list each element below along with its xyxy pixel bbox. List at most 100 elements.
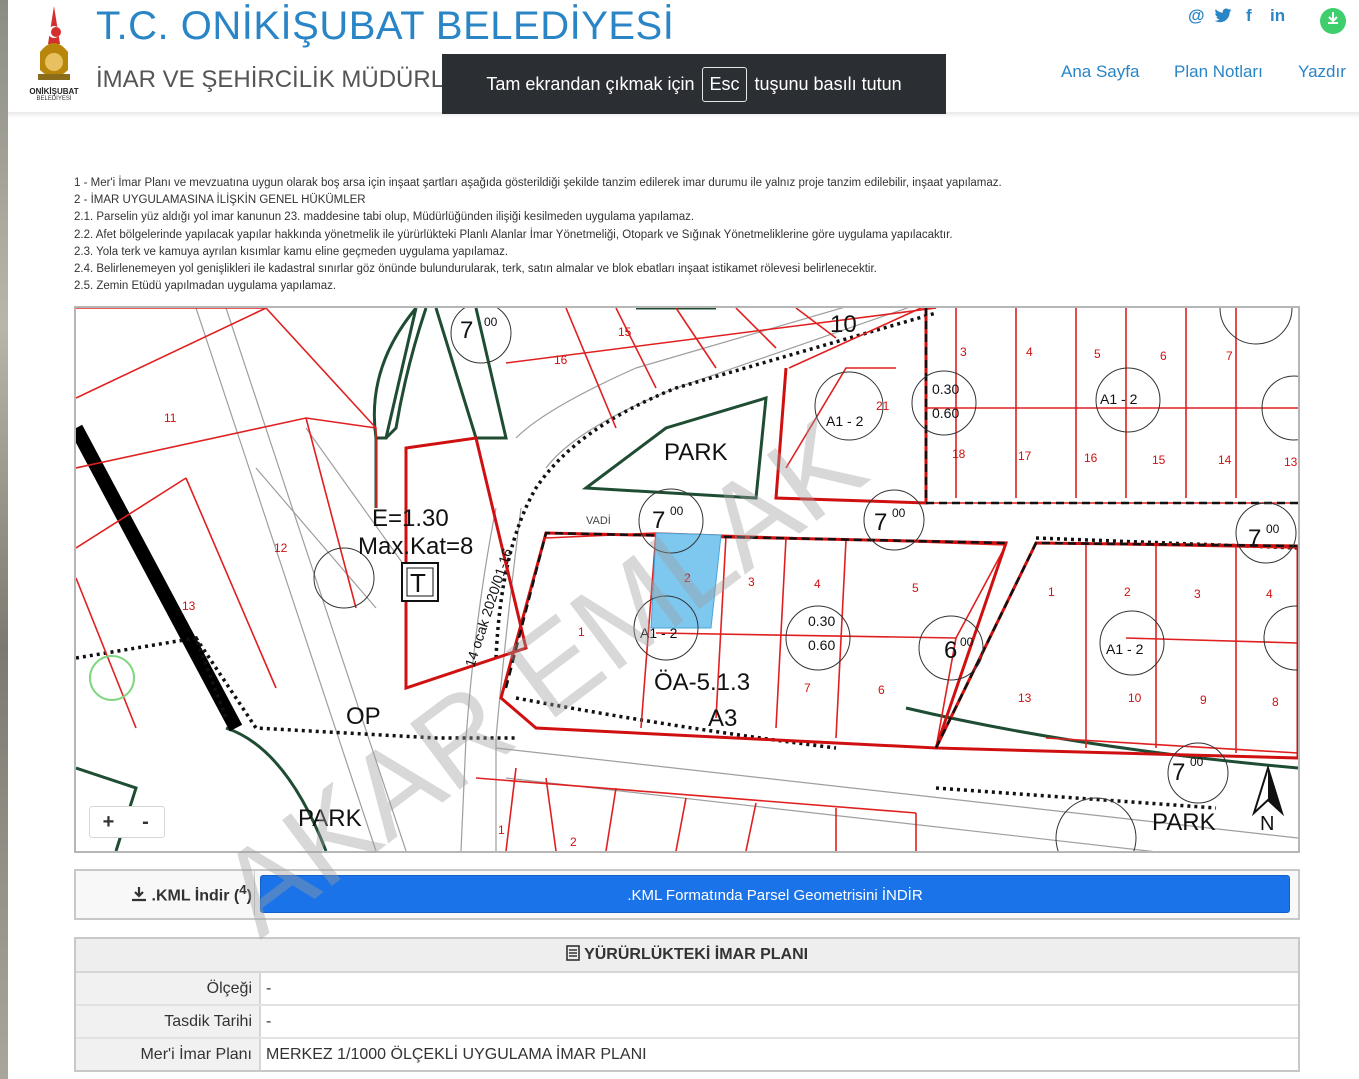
parcel-number: 17 [1018,449,1032,463]
note-item: 2.2. Afet bölgelerinde yapılacak yapılar… [74,228,953,241]
road-width-sup: 00 [892,506,906,520]
zoom-out-button[interactable]: - [127,807,164,837]
kml-download-button[interactable]: .KML Formatında Parsel Geometrisini İNDİ… [260,875,1290,913]
green-circle [89,655,135,701]
parcel-number: 21 [876,399,890,413]
park-label: PARK [664,439,728,466]
coverage-ratio-label: 0.30 [808,613,835,629]
parcel-number: 14 [1218,453,1232,467]
coverage-ratio-label: 0.30 [932,381,959,397]
table-header-text: YÜRÜRLÜKTEKİ İMAR PLANI [584,946,809,963]
parcel-number: 1 [578,625,585,639]
road-width-sup: 00 [1190,755,1204,769]
building-class-label: A1 - 2 [1100,391,1138,407]
parcel-number: 6 [1160,349,1167,363]
map-zoom-controls: + - [89,806,165,838]
table-header: YÜRÜRLÜKTEKİ İMAR PLANI [76,939,1298,973]
download-icon[interactable] [1320,8,1346,34]
road-width-label: 6 [944,637,957,664]
download-arrow-icon [1328,12,1338,24]
floor-ratio-label: 0.60 [808,637,835,653]
road-width-sup: 00 [1266,522,1280,536]
zone-code-label: ÖA-5.1.3 [654,669,750,696]
fullscreen-notice: Tam ekrandan çıkmak için Esc tuşunu bası… [442,54,946,114]
facebook-icon[interactable]: f [1246,6,1252,26]
north-label: N [1260,813,1274,835]
email-icon[interactable]: @ [1188,6,1205,26]
nav-print-link[interactable]: Yazdır [1298,62,1346,82]
road-width-label: 7 [1172,759,1185,786]
twitter-icon[interactable] [1214,8,1232,24]
note-item: 2.1. Parselin yüz aldığı yol imar kanunu… [74,211,695,224]
zoom-in-button[interactable]: + [90,807,127,837]
row-key: Mer'i İmar Planı [76,1039,261,1070]
op-label: OP [346,703,381,730]
road-width-label: 7 [652,507,665,534]
parcel-number: 9 [1200,693,1207,707]
parcel-number: 3 [1194,587,1201,601]
road-width-label: 7 [1248,525,1261,552]
park-label: PARK [298,805,362,832]
max-floor-label: Max.Kat=8 [358,533,473,560]
parcel-number: 13 [1284,455,1298,469]
parcel-number: 2 [684,571,691,585]
parcel-number: 16 [1084,451,1098,465]
road-width-label: 10 [830,311,857,338]
floor-area-ratio-label: E=1.30 [372,505,449,532]
parcel-number: 16 [554,353,568,367]
road-date-label: 14 ocak 2020/01-16 [462,546,516,669]
parcel-number: 1 [498,823,505,837]
parcel-number: 15 [618,325,632,339]
parcel-number: 7 [804,681,811,695]
road-width-sup: 00 [960,635,974,649]
row-key: Tasdik Tarihi [76,1006,261,1037]
parcel-number: 10 [1128,691,1142,705]
parcel-number: 12 [274,541,288,555]
parcel-number: 2 [570,835,577,849]
current-zoning-plan-table: YÜRÜRLÜKTEKİ İMAR PLANI Ölçeği - Tasdik … [74,937,1300,1072]
parcel-number: 13 [182,599,196,613]
logo-subtext: BELEDİYESİ [36,96,72,102]
logo-text: ONİKİŞUBAT [29,87,79,96]
zone-class-label: A3 [708,705,737,732]
nav-home-link[interactable]: Ana Sayfa [1061,62,1139,82]
parcel-number: 3 [960,345,967,359]
nav-plan-notes-link[interactable]: Plan Notları [1174,62,1263,82]
building-class-label: A1 - 2 [1106,641,1144,657]
parcel-number: 1 [1048,585,1055,599]
parcel-number: 3 [748,575,755,589]
page-title: T.C. ONİKİŞUBAT BELEDİYESİ [96,4,675,48]
background-strip [0,0,8,1079]
plan-notes-list: 1 - Mer'i İmar Planı ve mevzuatına uygun… [74,175,1304,295]
road-width-sup: 00 [484,315,498,329]
esc-key-badge: Esc [702,66,747,102]
parcel-number: 11 [164,411,177,425]
note-item: 2.5. Zemin Etüdü yapılmadan uygulama yap… [74,280,337,293]
linkedin-icon[interactable]: in [1270,6,1285,26]
park-label: PARK [1152,809,1216,836]
kml-download-label: .KML İndir (4) [92,882,252,905]
building-class-label: A1 - 2 [826,413,864,429]
row-value: MERKEZ 1/1000 ÖLÇEKLİ UYGULAMA İMAR PLAN… [266,1046,647,1063]
floor-ratio-label: 0.60 [932,405,959,421]
table-row: Tasdik Tarihi - [76,1006,1298,1039]
kml-footnote: 4 [239,882,247,897]
row-value: - [266,980,272,997]
t-symbol-label: T [410,568,426,598]
parcel-number: 5 [1094,347,1101,361]
page-subtitle: İMAR VE ŞEHİRCİLİK MÜDÜRL [96,66,445,93]
row-key: Ölçeği [76,973,261,1004]
parcel-number: 6 [878,683,885,697]
road-width-sup: 00 [670,504,684,518]
building-class-label: A1 - 2 [640,625,678,641]
parcel-number: 13 [1018,691,1032,705]
note-item: 1 - Mer'i İmar Planı ve mevzuatına uygun… [74,177,1002,189]
list-icon [566,945,580,961]
parcel-number: 4 [1026,345,1033,359]
kml-label-text: .KML İndir [151,887,230,905]
zoning-map[interactable]: PARK PARK PARK E=1.30 Max.Kat=8 ÖA-5.1.3… [74,306,1300,853]
table-row: Mer'i İmar Planı MERKEZ 1/1000 ÖLÇEKLİ U… [76,1039,1298,1070]
parcel-number: 15 [1152,453,1166,467]
note-item: 2 - İMAR UYGULAMASINA İLİŞKİN GENEL HÜKÜ… [74,194,366,207]
zoning-map-canvas[interactable]: PARK PARK PARK E=1.30 Max.Kat=8 ÖA-5.1.3… [76,308,1298,851]
